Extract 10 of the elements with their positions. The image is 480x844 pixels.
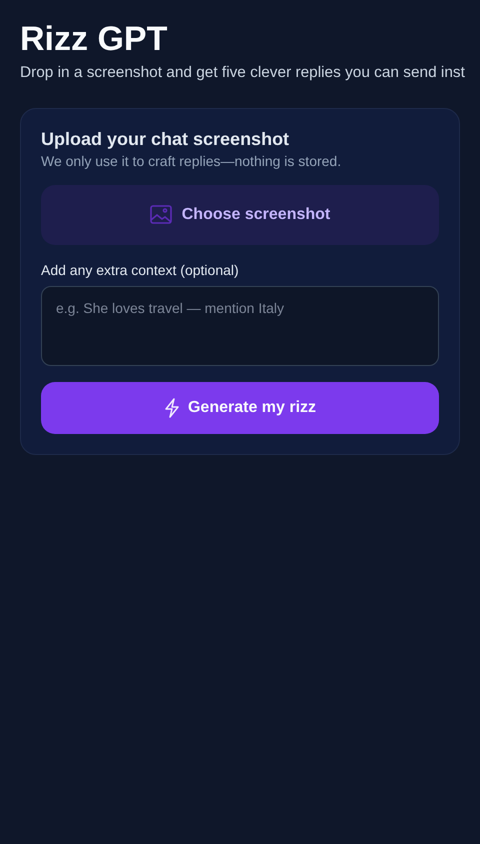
lightning-icon (164, 398, 180, 418)
card-subtitle: We only use it to craft replies—nothing is stored. (41, 152, 342, 170)
app-title: Rizz GPT (20, 20, 168, 58)
context-label: Add any extra context (optional) (41, 261, 240, 279)
generate-button[interactable]: Generate my rizz (41, 382, 439, 434)
card-title: Upload your chat screenshot (41, 128, 290, 150)
image-icon (150, 205, 172, 225)
choose-screenshot-button[interactable]: Choose screenshot (41, 185, 439, 245)
app-subtitle: Drop in a screenshot and get five clever replies you can send inst (20, 64, 465, 82)
context-field[interactable]: e.g. She loves travel — mention Italy (41, 286, 439, 366)
